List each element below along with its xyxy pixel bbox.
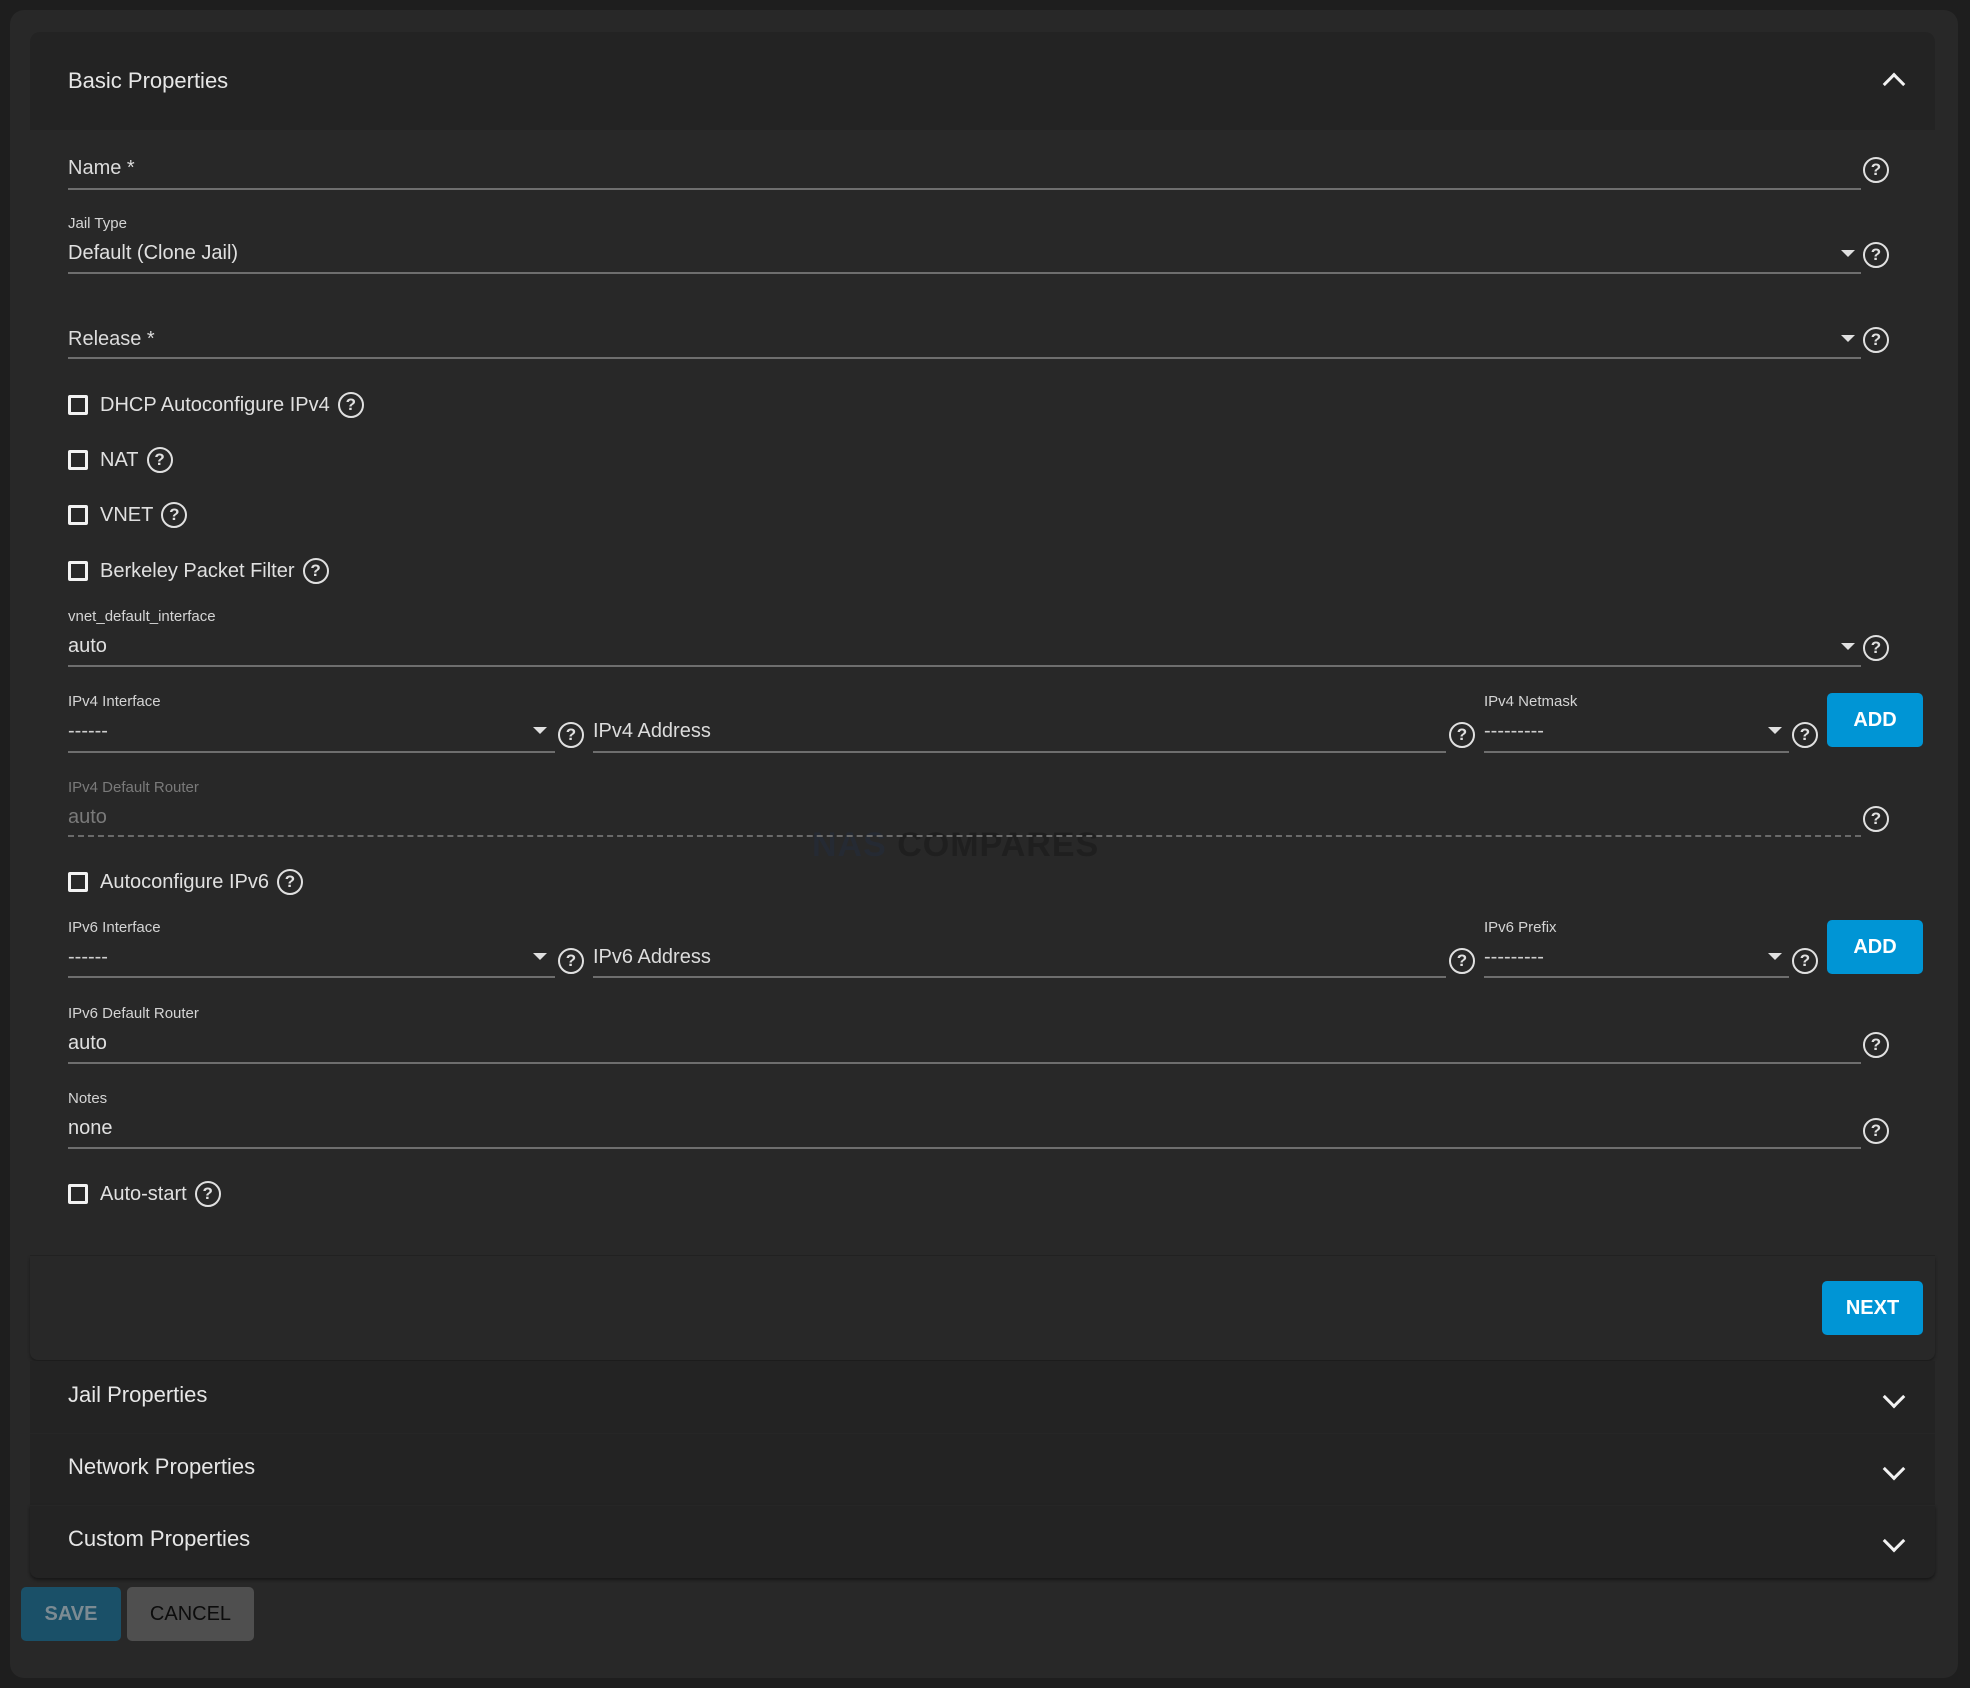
cancel-button[interactable]: CANCEL	[127, 1587, 254, 1641]
network-properties-header[interactable]	[30, 1433, 1935, 1506]
basic-properties-header[interactable]	[30, 32, 1935, 130]
vnet-label: VNET	[100, 503, 154, 526]
ipv6-address-input[interactable]: IPv6 Address	[593, 946, 711, 969]
bpf-checkbox-row[interactable]: Berkeley Packet Filter ?	[68, 558, 329, 584]
ipv6-address-underline	[593, 976, 1446, 978]
vnet-checkbox-row[interactable]: VNET ?	[68, 502, 188, 528]
caret-down-icon[interactable]	[1841, 250, 1855, 257]
ipv4-default-router-input: auto	[68, 806, 107, 828]
autostart-label: Auto-start	[100, 1182, 187, 1205]
caret-down-icon[interactable]	[1841, 335, 1855, 342]
ipv4-interface-label: IPv4 Interface	[68, 693, 161, 710]
caret-down-icon[interactable]	[1768, 953, 1782, 960]
ipv6-interface-label: IPv6 Interface	[68, 919, 161, 936]
ipv6-prefix-underline	[1484, 976, 1789, 978]
ipv4-netmask-underline	[1484, 751, 1789, 753]
custom-properties-title: Custom Properties	[68, 1526, 251, 1551]
help-icon[interactable]: ?	[558, 722, 584, 748]
step-actions	[30, 1256, 1935, 1360]
jail-properties-header[interactable]	[30, 1361, 1935, 1433]
autoconf-ipv6-checkbox-row[interactable]: Autoconfigure IPv6 ?	[68, 869, 303, 895]
release-underline	[68, 357, 1861, 359]
ipv6-default-router-underline	[68, 1062, 1861, 1064]
name-underline	[68, 188, 1861, 190]
dhcp-checkbox-row[interactable]: DHCP Autoconfigure IPv4 ?	[68, 392, 364, 418]
dhcp-checkbox[interactable]	[68, 395, 88, 415]
autostart-checkbox[interactable]	[68, 1184, 88, 1204]
ipv6-interface-select[interactable]: ------	[68, 946, 108, 969]
custom-properties-header[interactable]	[30, 1505, 1935, 1578]
bpf-checkbox[interactable]	[68, 561, 88, 581]
notes-underline	[68, 1147, 1861, 1149]
notes-input[interactable]: none	[68, 1117, 113, 1140]
add-ipv6-button[interactable]: ADD	[1827, 920, 1923, 974]
caret-down-icon[interactable]	[533, 727, 547, 734]
jail-type-underline	[68, 272, 1861, 274]
basic-properties-body	[30, 130, 1935, 1256]
watermark-nas: NAS	[812, 826, 887, 864]
autostart-checkbox-row[interactable]: Auto-start ?	[68, 1181, 221, 1207]
autoconf-ipv6-checkbox[interactable]	[68, 872, 88, 892]
help-icon[interactable]: ?	[1792, 722, 1818, 748]
ipv4-interface-underline	[68, 751, 555, 753]
vnet-default-interface-label: vnet_default_interface	[68, 608, 216, 625]
nat-label: NAT	[100, 448, 139, 471]
release-select[interactable]: Release *	[68, 328, 155, 351]
ipv4-netmask-select[interactable]: ---------	[1484, 720, 1544, 743]
help-icon[interactable]: ?	[1863, 242, 1889, 268]
help-icon[interactable]: ?	[194, 1181, 221, 1207]
nat-checkbox[interactable]	[68, 450, 88, 470]
help-icon[interactable]: ?	[1863, 157, 1889, 183]
nat-checkbox-row[interactable]: NAT ?	[68, 447, 173, 473]
ipv6-prefix-label: IPv6 Prefix	[1484, 919, 1557, 936]
ipv6-default-router-input[interactable]: auto	[68, 1032, 107, 1055]
basic-properties-title: Basic Properties	[68, 68, 229, 93]
jail-type-label: Jail Type	[68, 215, 127, 232]
ipv4-netmask-label: IPv4 Netmask	[1484, 693, 1578, 710]
vnet-checkbox[interactable]	[68, 505, 88, 525]
help-icon[interactable]: ?	[161, 502, 188, 528]
caret-down-icon[interactable]	[533, 953, 547, 960]
ipv6-interface-underline	[68, 976, 555, 978]
vnet-underline	[68, 665, 1861, 667]
autoconf-ipv6-label: Autoconfigure IPv6	[100, 870, 269, 893]
notes-label: Notes	[68, 1090, 108, 1107]
ipv4-address-underline	[593, 751, 1446, 753]
watermark-compares: COMPARES	[897, 826, 1100, 864]
help-icon[interactable]: ?	[1863, 806, 1889, 832]
ipv4-address-input[interactable]: IPv4 Address	[593, 720, 711, 743]
jail-type-select[interactable]: Default (Clone Jail)	[68, 242, 238, 265]
help-icon[interactable]: ?	[1449, 948, 1475, 974]
dhcp-label: DHCP Autoconfigure IPv4	[100, 393, 330, 416]
add-ipv4-button[interactable]: ADD	[1827, 693, 1923, 747]
help-icon[interactable]: ?	[1863, 1032, 1889, 1058]
bpf-label: Berkeley Packet Filter	[100, 559, 295, 582]
ipv6-default-router-label: IPv6 Default Router	[68, 1005, 199, 1022]
help-icon[interactable]: ?	[1792, 948, 1818, 974]
help-icon[interactable]: ?	[302, 558, 329, 584]
ipv6-prefix-select[interactable]: ---------	[1484, 946, 1544, 969]
help-icon[interactable]: ?	[1863, 635, 1889, 661]
watermark: NAS COMPARES	[812, 826, 1099, 865]
help-icon[interactable]: ?	[277, 869, 303, 895]
help-icon[interactable]: ?	[1863, 1118, 1889, 1144]
caret-down-icon[interactable]	[1768, 727, 1782, 734]
vnet-default-interface-select[interactable]: auto	[68, 635, 107, 658]
help-icon[interactable]: ?	[146, 447, 173, 473]
next-button[interactable]: NEXT	[1822, 1281, 1923, 1335]
help-icon[interactable]: ?	[1449, 722, 1475, 748]
caret-down-icon[interactable]	[1841, 643, 1855, 650]
help-icon[interactable]: ?	[1863, 327, 1889, 353]
ipv4-default-router-underline	[68, 835, 1861, 837]
ipv4-default-router-label: IPv4 Default Router	[68, 779, 199, 796]
save-button[interactable]: SAVE	[21, 1587, 121, 1641]
network-properties-title: Network Properties	[68, 1454, 256, 1479]
help-icon[interactable]: ?	[337, 392, 364, 418]
jail-properties-title: Jail Properties	[68, 1382, 208, 1407]
ipv4-interface-select[interactable]: ------	[68, 720, 108, 743]
name-input[interactable]: Name *	[68, 157, 135, 180]
help-icon[interactable]: ?	[558, 948, 584, 974]
